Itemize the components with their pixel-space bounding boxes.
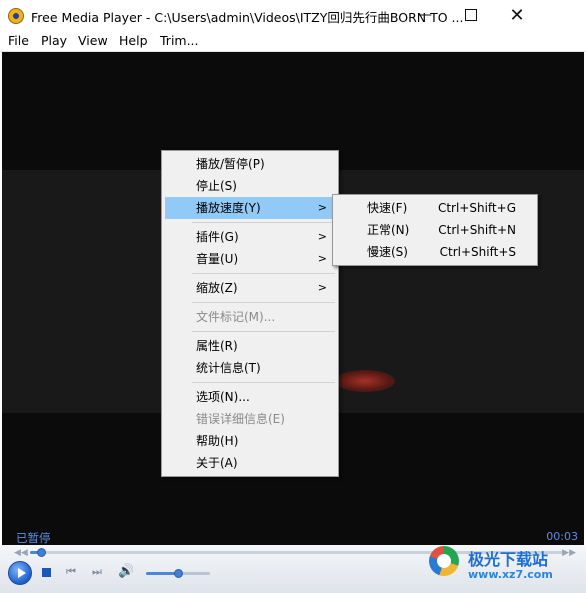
video-light-glow [335, 370, 395, 392]
seek-rewind-icon[interactable]: ◀◀ [14, 548, 28, 558]
menu-trim[interactable]: Trim... [160, 33, 199, 48]
watermark-url: www.xz7.com [468, 568, 553, 581]
close-button[interactable]: ✕ [494, 0, 540, 31]
menu-item-error-details: 错误详细信息(E) [196, 412, 285, 426]
minimize-button[interactable]: — [402, 0, 448, 31]
context-menu: 播放/暂停(P) 停止(S) 播放速度(Y) > 插件(G) > 音量(U) > 缩放… [161, 150, 339, 477]
title-bar: Free Media Player - C:\Users\admin\Video… [0, 0, 586, 31]
chevron-right-icon: > [317, 281, 327, 294]
volume-icon[interactable]: 🔊 [118, 564, 134, 579]
watermark-logo-icon [429, 546, 459, 576]
menu-divider [192, 222, 335, 223]
shortcut-text: Ctrl+Shift+N [438, 223, 516, 237]
menu-file[interactable]: File [8, 33, 29, 48]
shortcut-text: Ctrl+Shift+S [439, 245, 516, 259]
menu-item-properties[interactable]: 属性(R) [165, 335, 335, 357]
chevron-right-icon: > [317, 252, 327, 265]
menu-item-play-pause[interactable]: 播放/暂停(P) [165, 153, 335, 175]
menu-item-zoom[interactable]: 缩放(Z) > [165, 277, 335, 299]
app-icon [8, 8, 24, 24]
menu-item-options[interactable]: 选项(N)... [165, 386, 335, 408]
menu-divider [192, 382, 335, 383]
previous-button[interactable]: ⏮ [66, 565, 76, 579]
playback-time: 00:03 [546, 530, 578, 543]
menu-play[interactable]: Play [41, 33, 67, 48]
menu-item-help[interactable]: 帮助(H) [165, 430, 335, 452]
menu-item-playback-speed[interactable]: 播放速度(Y) > [165, 197, 335, 219]
submenu-item-slow[interactable]: 慢速(S) Ctrl+Shift+S [336, 241, 534, 263]
playback-status: 已暂停 [16, 531, 51, 545]
volume-slider[interactable] [146, 569, 210, 578]
playback-speed-submenu: 快速(F) Ctrl+Shift+G 正常(N) Ctrl+Shift+N 慢速(S… [332, 194, 538, 266]
shortcut-text: Ctrl+Shift+G [437, 201, 516, 215]
next-button[interactable]: ⏭ [92, 565, 102, 579]
stop-button[interactable] [42, 568, 51, 577]
menu-view[interactable]: View [78, 33, 108, 48]
seek-forward-icon[interactable]: ▶▶ [562, 548, 576, 558]
chevron-right-icon: > [317, 201, 327, 214]
menu-divider [192, 302, 335, 303]
window-title: Free Media Player - C:\Users\admin\Video… [31, 10, 464, 25]
volume-handle[interactable] [174, 569, 183, 578]
menu-item-plugins[interactable]: 插件(G) > [165, 226, 335, 248]
seek-handle[interactable] [36, 548, 46, 557]
submenu-item-fast[interactable]: 快速(F) Ctrl+Shift+G [336, 197, 534, 219]
maximize-button[interactable] [448, 0, 494, 31]
menu-item-stop[interactable]: 停止(S) [165, 175, 335, 197]
chevron-right-icon: > [317, 230, 327, 243]
menu-item-file-markers: 文件标记(M)... [196, 310, 276, 324]
menu-item-statistics[interactable]: 统计信息(T) [165, 357, 335, 379]
menu-item-about[interactable]: 关于(A) [165, 452, 335, 474]
menu-bar: File Play View Help Trim... [0, 31, 586, 52]
menu-divider [192, 331, 335, 332]
menu-help[interactable]: Help [119, 33, 148, 48]
watermark-name: 极光下载站 [468, 550, 549, 569]
menu-divider [192, 273, 335, 274]
maximize-icon [465, 9, 477, 21]
submenu-item-normal[interactable]: 正常(N) Ctrl+Shift+N [336, 219, 534, 241]
menu-item-volume[interactable]: 音量(U) > [165, 248, 335, 270]
play-button[interactable] [8, 561, 32, 585]
